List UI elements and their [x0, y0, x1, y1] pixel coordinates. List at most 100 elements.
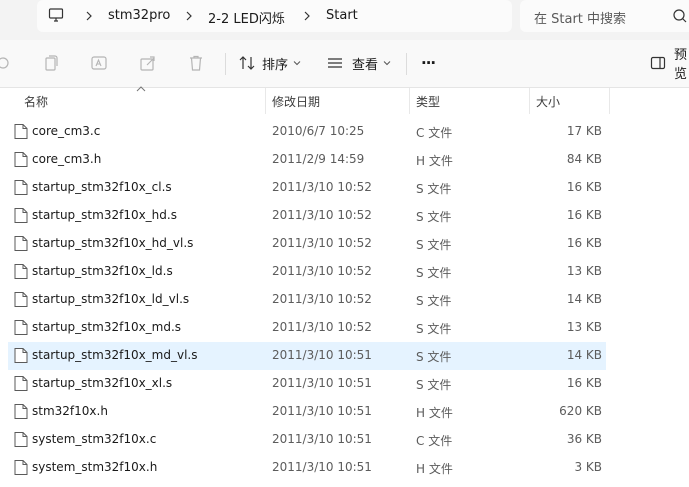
chevron-right-icon[interactable]	[83, 9, 95, 23]
column-divider[interactable]	[609, 88, 610, 114]
rename-icon[interactable]	[90, 54, 108, 72]
column-divider[interactable]	[529, 88, 530, 114]
file-row[interactable]: startup_stm32f10x_cl.s 2011/3/10 10:52 S 文…	[8, 174, 606, 202]
file-name[interactable]: startup_stm32f10x_xl.s	[32, 376, 172, 390]
file-date: 2011/3/10 10:52	[272, 208, 372, 222]
file-row[interactable]: startup_stm32f10x_xl.s 2011/3/10 10:51 S 文…	[8, 370, 606, 398]
file-type: H 文件	[416, 406, 453, 420]
file-icon	[14, 208, 28, 223]
file-date: 2011/3/10 10:51	[272, 348, 372, 362]
file-date: 2011/3/10 10:52	[272, 180, 372, 194]
file-size: 14 KB	[566, 292, 602, 306]
file-type: S 文件	[416, 266, 452, 280]
file-size: 16 KB	[566, 376, 602, 390]
file-type: S 文件	[416, 350, 452, 364]
file-date: 2011/3/10 10:51	[272, 404, 372, 418]
search-icon[interactable]	[672, 8, 688, 24]
file-size: 84 KB	[566, 152, 602, 166]
file-name[interactable]: stm32f10x.h	[32, 404, 108, 418]
file-row[interactable]: startup_stm32f10x_md.s 2011/3/10 10:52 S 文…	[8, 314, 606, 342]
sort-button[interactable]: 排序	[238, 50, 301, 76]
file-icon	[14, 264, 28, 279]
file-name[interactable]: startup_stm32f10x_ld_vl.s	[32, 292, 189, 306]
file-date: 2010/6/7 10:25	[272, 124, 365, 138]
sort-caret-icon	[136, 86, 146, 92]
file-date: 2011/3/10 10:51	[272, 432, 372, 446]
column-divider[interactable]	[265, 88, 266, 114]
search-placeholder: 在 Start 中搜索	[534, 12, 627, 27]
chevron-right-icon[interactable]	[301, 9, 313, 23]
file-date: 2011/3/10 10:52	[272, 236, 372, 250]
file-icon	[14, 376, 28, 391]
file-name[interactable]: startup_stm32f10x_hd.s	[32, 208, 177, 222]
file-size: 16 KB	[566, 208, 602, 222]
computer-icon[interactable]	[48, 7, 64, 23]
search-input[interactable]: 在 Start 中搜索	[520, 0, 689, 32]
file-icon	[14, 460, 28, 475]
file-icon	[14, 292, 28, 307]
file-size: 16 KB	[566, 236, 602, 250]
column-header-size[interactable]: 大小	[536, 93, 560, 110]
share-icon[interactable]	[139, 54, 157, 72]
file-size: 14 KB	[566, 348, 602, 362]
view-icon	[328, 58, 342, 68]
cut-icon[interactable]	[0, 54, 12, 72]
file-size: 16 KB	[566, 180, 602, 194]
file-name[interactable]: core_cm3.c	[32, 124, 100, 138]
chevron-right-icon[interactable]	[183, 9, 195, 23]
file-date: 2011/3/10 10:51	[272, 460, 372, 474]
file-row[interactable]: core_cm3.h 2011/2/9 14:59 H 文件 84 KB	[8, 146, 606, 174]
more-icon[interactable]: ···	[421, 50, 436, 76]
file-name[interactable]: startup_stm32f10x_md.s	[32, 320, 181, 334]
file-type: C 文件	[416, 126, 453, 140]
column-header-date[interactable]: 修改日期	[272, 93, 320, 110]
column-header-type[interactable]: 类型	[416, 93, 440, 110]
file-type: S 文件	[416, 182, 452, 196]
file-date: 2011/3/10 10:52	[272, 264, 372, 278]
column-divider[interactable]	[409, 88, 410, 114]
breadcrumb-led[interactable]: 2-2 LED闪烁	[208, 8, 285, 27]
file-icon	[14, 432, 28, 447]
view-button[interactable]: 查看	[326, 50, 391, 76]
file-date: 2011/3/10 10:52	[272, 320, 372, 334]
file-name[interactable]: startup_stm32f10x_cl.s	[32, 180, 172, 194]
file-row[interactable]: startup_stm32f10x_ld.s 2011/3/10 10:52 S 文…	[8, 258, 606, 286]
file-type: S 文件	[416, 294, 452, 308]
file-name[interactable]: startup_stm32f10x_ld.s	[32, 264, 173, 278]
address-field[interactable]: stm32pro 2-2 LED闪烁 Start	[37, 0, 512, 32]
file-size: 17 KB	[566, 124, 602, 138]
delete-icon[interactable]	[187, 54, 205, 72]
file-date: 2011/2/9 14:59	[272, 152, 365, 166]
file-row[interactable]: system_stm32f10x.c 2011/3/10 10:51 C 文件 36 …	[8, 426, 606, 454]
breadcrumb-start[interactable]: Start	[326, 8, 358, 23]
file-row[interactable]: startup_stm32f10x_md_vl.s 2011/3/10 10:51…	[8, 342, 606, 370]
column-header-bar: 名称 修改日期 类型 大小	[0, 86, 689, 114]
file-icon	[14, 124, 28, 139]
file-type: H 文件	[416, 462, 453, 476]
file-row[interactable]: core_cm3.c 2010/6/7 10:25 C 文件 17 KB	[8, 118, 606, 146]
file-name[interactable]: core_cm3.h	[32, 152, 101, 166]
sort-label: 排序	[262, 57, 289, 73]
file-row[interactable]: startup_stm32f10x_hd.s 2011/3/10 10:52 S 文…	[8, 202, 606, 230]
file-row[interactable]: startup_stm32f10x_hd_vl.s 2011/3/10 10:52…	[8, 230, 606, 258]
column-header-name[interactable]: 名称	[24, 93, 48, 110]
file-name[interactable]: system_stm32f10x.h	[32, 460, 157, 474]
breadcrumb-stm32pro[interactable]: stm32pro	[108, 8, 170, 23]
file-type: S 文件	[416, 210, 452, 224]
chevron-down-icon	[383, 61, 391, 66]
file-size: 3 KB	[574, 460, 602, 474]
file-row[interactable]: stm32f10x.h 2011/3/10 10:51 H 文件 620 KB	[8, 398, 606, 426]
file-row[interactable]: system_stm32f10x.h 2011/3/10 10:51 H 文件 3 K…	[8, 454, 606, 482]
file-row[interactable]: startup_stm32f10x_ld_vl.s 2011/3/10 10:52…	[8, 286, 606, 314]
file-name[interactable]: startup_stm32f10x_hd_vl.s	[32, 236, 193, 250]
file-icon	[14, 404, 28, 419]
file-name[interactable]: startup_stm32f10x_md_vl.s	[32, 348, 198, 362]
preview-pane-icon	[650, 56, 666, 70]
file-icon	[14, 348, 28, 363]
preview-pane-button[interactable]: 预览	[650, 48, 689, 82]
file-name[interactable]: system_stm32f10x.c	[32, 432, 156, 446]
toolbar-separator	[225, 53, 226, 75]
chevron-down-icon	[293, 61, 301, 66]
copy-icon[interactable]	[42, 54, 60, 72]
file-type: H 文件	[416, 154, 453, 168]
